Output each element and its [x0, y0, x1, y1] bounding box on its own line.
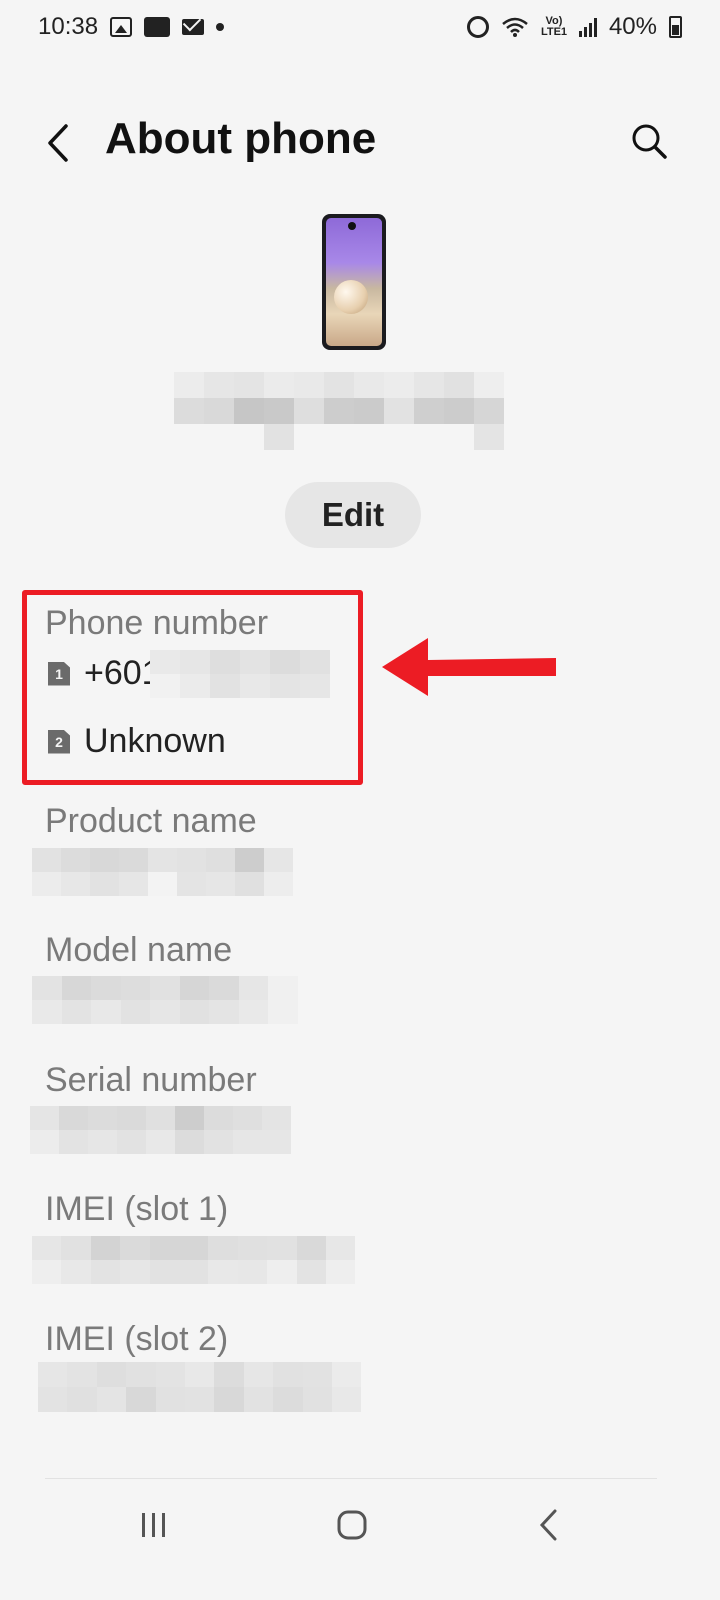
- recents-button[interactable]: [124, 1500, 184, 1550]
- outlook-icon: [144, 17, 171, 37]
- imei-slot2-redacted: [38, 1362, 362, 1412]
- header: About phone: [0, 100, 720, 190]
- status-left: 10:38: [38, 13, 225, 41]
- recents-icon: [142, 1513, 165, 1537]
- lte-icon: Vo) LTE1: [540, 15, 568, 38]
- search-icon: [632, 124, 667, 159]
- search-button[interactable]: [628, 120, 672, 164]
- serial-number-label: Serial number: [45, 1061, 257, 1099]
- battery-text: 40%: [608, 13, 657, 40]
- edit-button[interactable]: Edit: [285, 482, 421, 548]
- model-name-redacted: [32, 976, 298, 1024]
- model-name-label: Model name: [45, 931, 233, 969]
- arrow-annotation-icon: [382, 638, 556, 696]
- status-bar: 10:38 Vo) LTE1 40%: [0, 0, 720, 54]
- back-icon: [539, 1509, 557, 1541]
- dot-icon: [216, 23, 225, 31]
- navigation-bar: [0, 1490, 720, 1560]
- device-image: [322, 214, 386, 350]
- divider: [45, 1478, 657, 1479]
- device-screen: [326, 218, 382, 346]
- imei-slot2-label: IMEI (slot 2): [45, 1320, 229, 1358]
- alarm-icon: [466, 16, 489, 38]
- nav-back-button[interactable]: [520, 1500, 580, 1550]
- status-right: Vo) LTE1 40%: [466, 13, 682, 41]
- page-title: About phone: [105, 114, 377, 163]
- imei-slot1-label: IMEI (slot 1): [45, 1190, 229, 1228]
- device-name-redacted: [174, 372, 504, 450]
- wifi-icon: [502, 17, 528, 37]
- image-icon: [110, 17, 133, 37]
- imei-slot1-redacted: [32, 1236, 356, 1284]
- chevron-left-icon: [48, 124, 68, 162]
- product-name-redacted: [32, 848, 293, 896]
- product-name-label: Product name: [45, 802, 257, 840]
- status-time: 10:38: [38, 13, 99, 40]
- home-icon: [337, 1510, 367, 1540]
- highlight-box: [22, 590, 363, 785]
- serial-number-redacted: [30, 1106, 292, 1154]
- home-button[interactable]: [322, 1500, 382, 1550]
- back-button[interactable]: [40, 118, 80, 168]
- mail-icon: [182, 19, 205, 35]
- signal-icon: [578, 17, 597, 37]
- battery-icon: [669, 16, 682, 38]
